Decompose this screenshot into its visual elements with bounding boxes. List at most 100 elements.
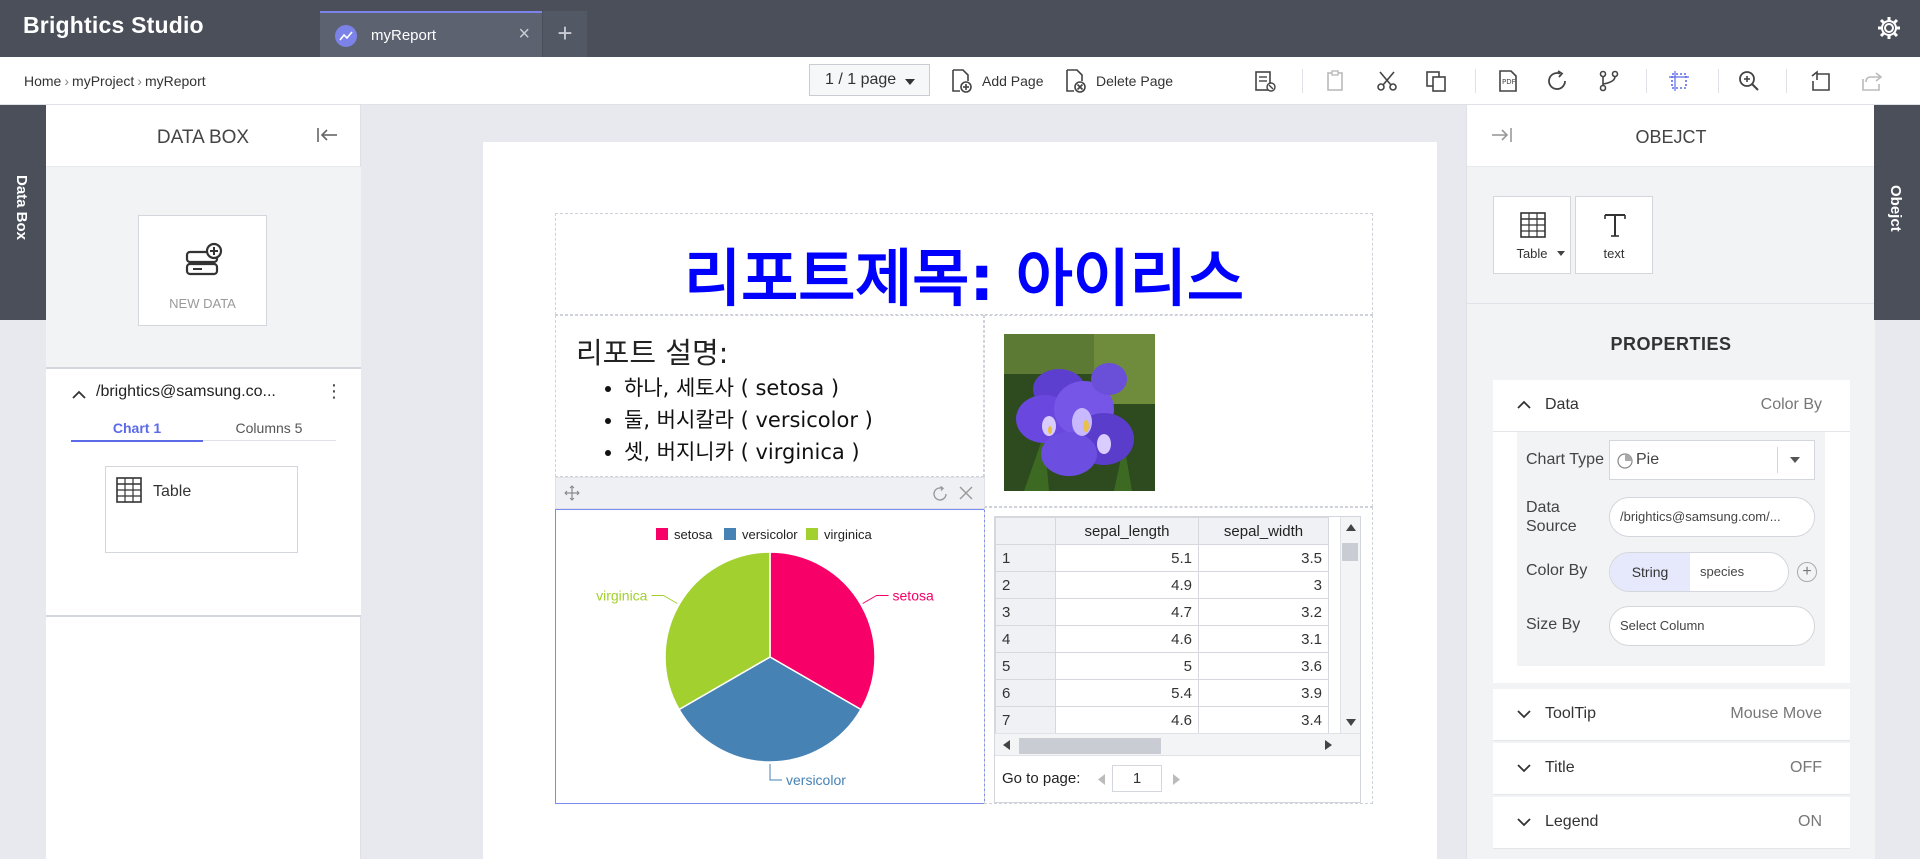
refresh-icon[interactable] <box>1542 66 1572 96</box>
zoom-in-icon[interactable] <box>1734 66 1764 96</box>
legend-item-setosa[interactable]: setosa <box>656 527 713 542</box>
color-by-field[interactable]: String species <box>1609 552 1789 592</box>
svg-text:PDF: PDF <box>1502 78 1516 86</box>
close-icon[interactable]: × <box>518 23 530 45</box>
horizontal-scrollbar[interactable] <box>995 733 1360 755</box>
caret-down-icon <box>1557 251 1565 256</box>
page-number-input[interactable]: 1 <box>1112 765 1162 792</box>
color-by-type[interactable]: String <box>1610 553 1690 591</box>
table-cell: 3.4 <box>1198 706 1329 734</box>
horizontal-scroll-thumb[interactable] <box>1019 738 1161 754</box>
tooltip-value: Mouse Move <box>1730 705 1822 722</box>
close-chart-icon[interactable] <box>958 485 974 501</box>
paste-icon[interactable] <box>1320 66 1350 96</box>
text-object-button[interactable]: text <box>1575 196 1653 274</box>
size-by-field[interactable]: Select Column <box>1609 606 1815 646</box>
tooltip-section-header[interactable]: ToolTip Mouse Move <box>1493 689 1850 741</box>
data-box-rail[interactable]: Data Box <box>0 105 46 320</box>
breadcrumb-home[interactable]: Home <box>24 73 61 89</box>
row-index: 2 <box>995 571 1056 599</box>
delete-page-icon <box>1066 69 1086 93</box>
delete-page-button[interactable]: Delete Page <box>1064 66 1173 96</box>
table-cell: 4.9 <box>1055 571 1199 599</box>
import-icon[interactable] <box>1806 66 1836 96</box>
description-item: 하나, 세토사 ( setosa ) <box>624 372 873 404</box>
tab-myreport[interactable]: myReport × <box>320 11 542 57</box>
row-index: 3 <box>995 598 1056 626</box>
legend-item-virginica[interactable]: virginica <box>806 527 872 542</box>
page-select[interactable]: 1 / 1 page <box>809 64 930 96</box>
row-index: 4 <box>995 625 1056 653</box>
text-object-label: text <box>1603 246 1625 261</box>
table-row[interactable]: 1 5.1 3.5 <box>995 544 1329 572</box>
scroll-up-icon <box>1346 524 1356 531</box>
table-row[interactable]: 7 4.6 3.4 <box>995 706 1329 734</box>
object-rail[interactable]: Obejct <box>1874 105 1920 320</box>
pie-chart-box[interactable]: setosa versicolor virginica setosa versicolo… <box>555 509 985 804</box>
chart-type-select[interactable]: Pie <box>1609 440 1815 480</box>
new-data-area: NEW DATA <box>46 167 361 369</box>
table-data-card[interactable]: Table <box>105 466 298 553</box>
text-icon <box>1604 214 1626 237</box>
delete-report-icon[interactable] <box>1250 66 1280 96</box>
title-label: Title <box>1545 759 1575 776</box>
table-row[interactable]: 2 4.9 3 <box>995 571 1329 599</box>
data-box-header: DATA BOX <box>46 105 360 167</box>
branch-icon[interactable] <box>1594 66 1624 96</box>
more-options-icon[interactable]: ⋮ <box>325 381 343 402</box>
table-row[interactable]: 6 5.4 3.9 <box>995 679 1329 707</box>
table-row[interactable]: 4 4.6 3.1 <box>995 625 1329 653</box>
add-page-button[interactable]: Add Page <box>950 66 1044 96</box>
scroll-down-icon <box>1346 719 1356 726</box>
data-grid: sepal_length sepal_width 1 5.1 3.5 2 4.9 3 3 4.… <box>994 516 1361 803</box>
gear-icon[interactable] <box>1874 13 1904 43</box>
chevron-down-icon <box>1517 710 1531 719</box>
title-section[interactable]: Title OFF <box>1493 743 1850 795</box>
data-section-header[interactable]: Data Color By <box>1493 380 1850 432</box>
row-index: 5 <box>995 652 1056 680</box>
report-description-box[interactable]: 리포트 설명: 하나, 세토사 ( setosa ) 둘, 버시칼라 ( ver… <box>555 315 984 477</box>
breadcrumb-project[interactable]: myProject <box>72 73 134 89</box>
breadcrumb-report[interactable]: myReport <box>145 73 206 89</box>
table-row[interactable]: 5 5 3.6 <box>995 652 1329 680</box>
add-tab-button[interactable]: + <box>543 11 587 57</box>
share-icon[interactable] <box>1857 66 1887 96</box>
vertical-scrollbar[interactable] <box>1340 517 1360 733</box>
chart-toolbar <box>555 477 985 509</box>
table-object-button[interactable]: Table <box>1493 196 1571 274</box>
tooltip-section[interactable]: ToolTip Mouse Move <box>1493 689 1850 741</box>
legend-item-versicolor[interactable]: versicolor <box>724 527 798 542</box>
collapse-left-icon[interactable] <box>316 126 338 149</box>
data-source-field[interactable]: /brightics@samsung.com/... <box>1609 497 1815 537</box>
table-header-index <box>995 517 1056 545</box>
copy-icon[interactable] <box>1421 66 1451 96</box>
refresh-chart-icon[interactable] <box>931 485 949 503</box>
cut-icon[interactable] <box>1372 66 1402 96</box>
new-data-button[interactable]: NEW DATA <box>138 215 267 326</box>
table-row[interactable]: 3 4.7 3.2 <box>995 598 1329 626</box>
vertical-scroll-thumb[interactable] <box>1342 543 1358 561</box>
add-page-icon <box>952 69 972 93</box>
prev-page-icon[interactable] <box>1098 774 1105 785</box>
chevron-up-icon[interactable] <box>72 387 86 405</box>
slice-leader-line <box>769 764 782 781</box>
table-cell: 3.9 <box>1198 679 1329 707</box>
move-icon[interactable] <box>564 485 580 501</box>
properties-panel: PROPERTIES Data Color By Chart Type Pie … <box>1467 304 1875 859</box>
pdf-export-icon[interactable]: PDF <box>1493 66 1523 96</box>
data-table-box[interactable]: sepal_length sepal_width 1 5.1 3.5 2 4.9 3 3 4.… <box>984 507 1373 804</box>
legend-section-header[interactable]: Legend ON <box>1493 797 1850 849</box>
image-box[interactable] <box>984 315 1373 507</box>
object-panel-header: OBEJCT <box>1467 105 1875 167</box>
title-section-header[interactable]: Title OFF <box>1493 743 1850 795</box>
add-color-by-button[interactable]: + <box>1797 562 1817 582</box>
tab-columns[interactable]: Columns 5 <box>203 420 335 436</box>
tab-chart[interactable]: Chart 1 <box>71 420 203 442</box>
fit-to-page-icon[interactable] <box>1664 66 1694 96</box>
chevron-down-icon <box>1517 818 1531 827</box>
database-add-icon <box>185 242 223 276</box>
legend-section[interactable]: Legend ON <box>1493 797 1850 849</box>
report-title-box[interactable]: 리포트제목: 아이리스 <box>555 213 1373 315</box>
next-page-icon[interactable] <box>1173 774 1180 785</box>
table-card-label: Table <box>153 483 192 500</box>
